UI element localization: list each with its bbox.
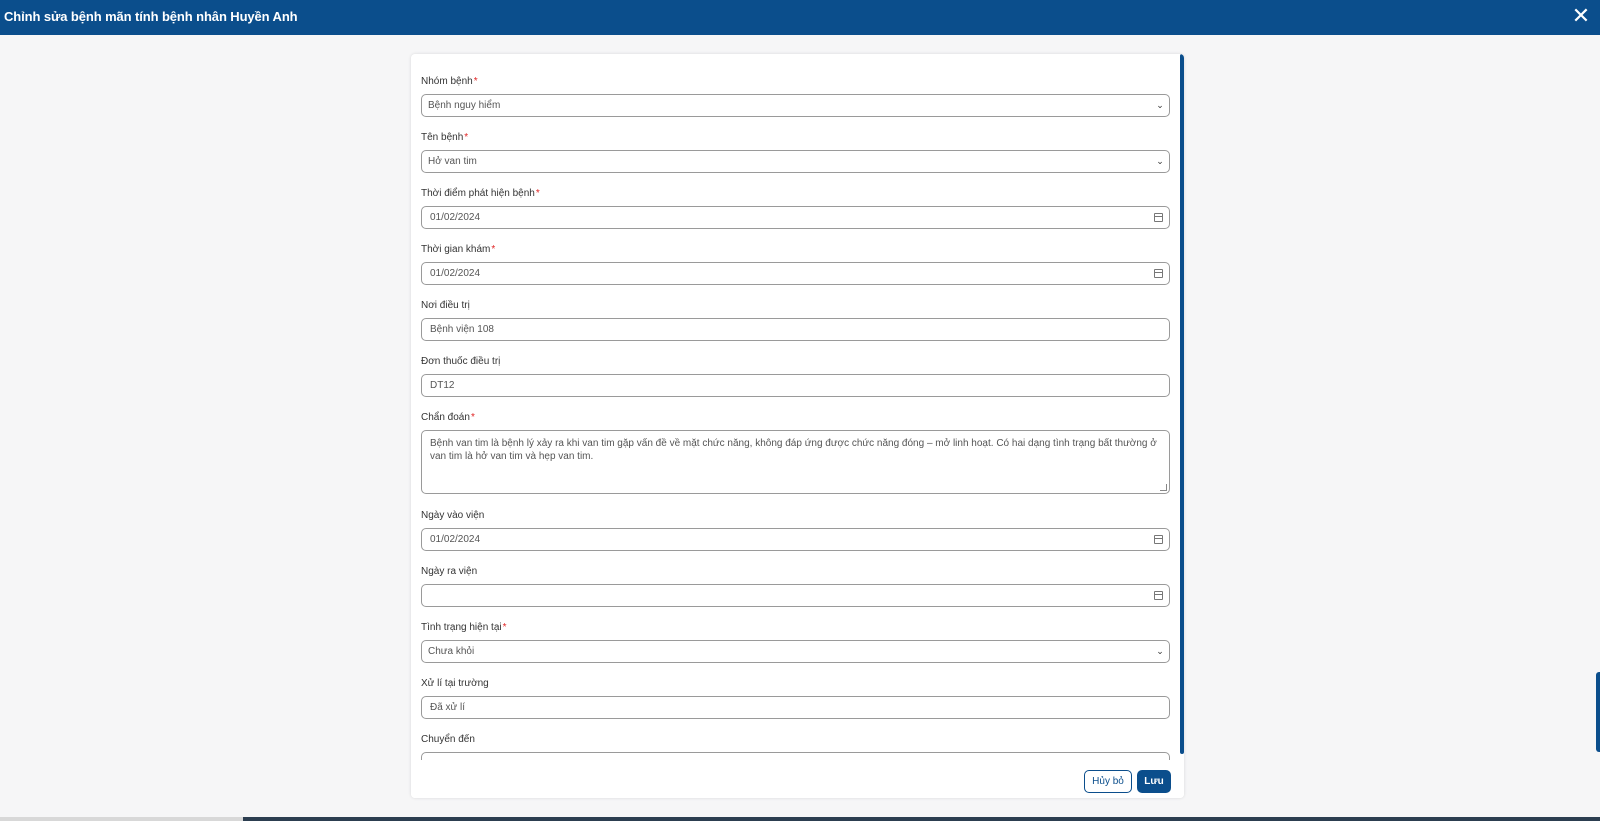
thoi-diem-phat-hien-date-input[interactable]: 01/02/2024 (421, 206, 1170, 229)
ngay-ra-vien-date-input[interactable] (421, 584, 1170, 607)
label-chuyen-den: Chuyển đến (421, 734, 475, 745)
field-tinh-trang: Tình trạng hiện tại* Chưa khỏi ⌄ (421, 621, 1170, 663)
don-thuoc-input[interactable]: DT12 (421, 374, 1170, 397)
chevron-down-icon: ⌄ (1156, 156, 1164, 166)
field-nhom-benh: Nhóm bệnh* Bệnh nguy hiểm ⌄ (421, 75, 1170, 117)
field-thoi-diem-phat-hien: Thời điểm phát hiện bệnh* 01/02/2024 (421, 187, 1170, 229)
side-drawer-handle[interactable] (1596, 672, 1600, 752)
thoi-gian-kham-value: 01/02/2024 (430, 268, 481, 279)
chan-doan-textarea[interactable]: Bệnh van tim là bệnh lý xảy ra khi van t… (421, 430, 1170, 494)
field-ten-benh: Tên bệnh* Hở van tim ⌄ (421, 131, 1170, 173)
field-ngay-vao-vien: Ngày vào viện 01/02/2024 (421, 509, 1170, 551)
ngay-vao-vien-date-input[interactable]: 01/02/2024 (421, 528, 1170, 551)
nhom-benh-select[interactable]: Bệnh nguy hiểm ⌄ (421, 94, 1170, 117)
label-thoi-diem-phat-hien: Thời điểm phát hiện bệnh* (421, 188, 540, 199)
field-noi-dieu-tri: Nơi điều trị Bệnh viện 108 (421, 299, 1170, 341)
label-xu-li: Xử lí tại trường (421, 678, 489, 689)
close-icon[interactable]: ✕ (1570, 4, 1592, 28)
dialog-footer: Hủy bỏ Lưu (411, 760, 1184, 798)
save-button[interactable]: Lưu (1137, 770, 1171, 793)
tinh-trang-value: Chưa khỏi (428, 646, 475, 657)
label-don-thuoc: Đơn thuốc điều trị (421, 356, 501, 367)
thoi-gian-kham-date-input[interactable]: 01/02/2024 (421, 262, 1170, 285)
edit-form-card: Nhóm bệnh* Bệnh nguy hiểm ⌄ Tên bệnh* Hở… (411, 54, 1184, 798)
field-don-thuoc: Đơn thuốc điều trị DT12 (421, 355, 1170, 397)
xu-li-value: Đã xử lí (430, 702, 466, 713)
taskbar-dark-segment (243, 817, 1600, 821)
required-mark: * (502, 622, 507, 633)
calendar-icon[interactable] (1154, 269, 1163, 278)
field-ngay-ra-vien: Ngày ra viện (421, 565, 1170, 607)
dialog-title: Chỉnh sửa bệnh mãn tính bệnh nhân Huyền … (4, 9, 298, 24)
ngay-vao-vien-value: 01/02/2024 (430, 534, 481, 545)
label-ten-benh: Tên bệnh* (421, 132, 469, 143)
noi-dieu-tri-value: Bệnh viện 108 (430, 324, 494, 335)
form-scroll-area[interactable]: Nhóm bệnh* Bệnh nguy hiểm ⌄ Tên bệnh* Hở… (411, 54, 1184, 760)
field-xu-li: Xử lí tại trường Đã xử lí (421, 677, 1170, 719)
taskbar-edge (0, 817, 1600, 821)
label-noi-dieu-tri: Nơi điều trị (421, 300, 470, 311)
chevron-down-icon: ⌄ (1156, 100, 1164, 110)
calendar-icon[interactable] (1154, 591, 1163, 600)
resize-handle-icon[interactable] (1160, 484, 1167, 491)
noi-dieu-tri-input[interactable]: Bệnh viện 108 (421, 318, 1170, 341)
dialog-header: Chỉnh sửa bệnh mãn tính bệnh nhân Huyền … (0, 0, 1600, 35)
label-ngay-vao-vien: Ngày vào viện (421, 510, 485, 521)
ten-benh-value: Hở van tim (428, 156, 477, 167)
xu-li-input[interactable]: Đã xử lí (421, 696, 1170, 719)
required-mark: * (491, 244, 496, 255)
cancel-button[interactable]: Hủy bỏ (1084, 770, 1132, 793)
tinh-trang-select[interactable]: Chưa khỏi ⌄ (421, 640, 1170, 663)
required-mark: * (470, 412, 475, 423)
chan-doan-value: Bệnh van tim là bệnh lý xảy ra khi van t… (430, 438, 1157, 462)
label-thoi-gian-kham: Thời gian khám* (421, 244, 496, 255)
ten-benh-select[interactable]: Hở van tim ⌄ (421, 150, 1170, 173)
label-ngay-ra-vien: Ngày ra viện (421, 566, 478, 577)
chuyen-den-input[interactable] (421, 752, 1170, 760)
label-chan-doan: Chẩn đoán* (421, 412, 475, 423)
label-nhom-benh: Nhóm bệnh* (421, 76, 478, 87)
field-thoi-gian-kham: Thời gian khám* 01/02/2024 (421, 243, 1170, 285)
required-mark: * (464, 132, 469, 143)
vertical-scrollbar[interactable] (1180, 54, 1184, 754)
don-thuoc-value: DT12 (430, 380, 455, 391)
nhom-benh-value: Bệnh nguy hiểm (428, 100, 501, 111)
field-chan-doan: Chẩn đoán* Bệnh van tim là bệnh lý xảy r… (421, 411, 1170, 494)
calendar-icon[interactable] (1154, 535, 1163, 544)
required-mark: * (535, 188, 540, 199)
chevron-down-icon: ⌄ (1156, 646, 1164, 656)
label-tinh-trang: Tình trạng hiện tại* (421, 622, 507, 633)
required-mark: * (473, 76, 478, 87)
field-chuyen-den: Chuyển đến (421, 733, 1170, 760)
thoi-diem-phat-hien-value: 01/02/2024 (430, 212, 481, 223)
calendar-icon[interactable] (1154, 213, 1163, 222)
